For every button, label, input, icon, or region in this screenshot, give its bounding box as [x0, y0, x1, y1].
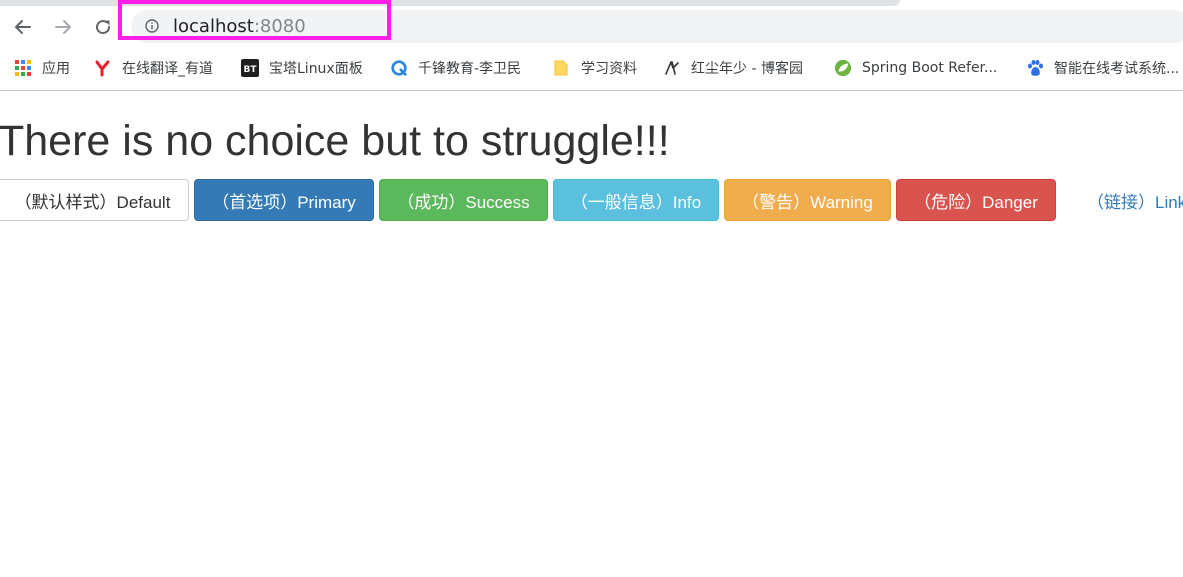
apps-grid-icon: [14, 59, 32, 77]
bookmark-label: 智能在线考试系统...: [1054, 61, 1180, 77]
baidu-paw-icon: [1026, 59, 1044, 77]
bookmark-label: 千锋教育-李卫民: [418, 61, 522, 77]
url-port: :8080: [253, 16, 306, 37]
bookmark-bt-panel[interactable]: BT 宝塔Linux面板: [241, 55, 363, 81]
primary-button[interactable]: （首选项）Primary: [194, 179, 374, 221]
arrow-right-icon: [55, 20, 71, 34]
browser-chrome: localhost:8080 应用 在线翻译_有道 BT 宝塔Linux面板 千…: [0, 0, 1183, 91]
warning-button[interactable]: （警告）Warning: [724, 179, 891, 221]
bookmark-folder-study[interactable]: 学习资料: [553, 55, 637, 81]
forward-button[interactable]: [51, 15, 75, 39]
bookmark-cnblogs[interactable]: 红尘年少 - 博客园: [663, 55, 803, 81]
bt-icon: BT: [241, 59, 259, 77]
info-button[interactable]: （一般信息）Info: [553, 179, 719, 221]
bookmark-label: 应用: [42, 61, 70, 77]
back-button[interactable]: [11, 15, 35, 39]
bookmark-label: 学习资料: [581, 61, 637, 77]
reload-icon: [96, 20, 111, 35]
info-icon[interactable]: [145, 19, 159, 33]
cnblogs-icon: [663, 59, 681, 77]
bookmark-label: 红尘年少 - 博客园: [691, 61, 803, 77]
bookmarks-bar: 应用 在线翻译_有道 BT 宝塔Linux面板 千锋教育-李卫民 学习资料 红尘…: [0, 52, 1183, 84]
bookmark-qianfeng[interactable]: 千锋教育-李卫民: [390, 55, 521, 81]
qianfeng-icon: [390, 59, 408, 77]
spring-icon: [834, 59, 852, 77]
page-content: There is no choice but to struggle!!! （默…: [0, 91, 1183, 577]
danger-button[interactable]: （危险）Danger: [896, 179, 1056, 221]
arrow-left-icon: [15, 20, 31, 34]
bookmark-label: 宝塔Linux面板: [269, 61, 363, 77]
youdao-icon: [94, 59, 112, 77]
url-host: localhost: [173, 16, 254, 37]
bookmark-label: 在线翻译_有道: [122, 61, 213, 77]
bookmark-youdao[interactable]: 在线翻译_有道: [94, 55, 213, 81]
link-button[interactable]: （链接）Link: [1072, 179, 1183, 221]
bookmark-apps[interactable]: 应用: [14, 55, 70, 81]
default-button[interactable]: （默认样式）Default: [0, 179, 189, 221]
bookmark-exam-system[interactable]: 智能在线考试系统...: [1026, 55, 1179, 81]
success-button[interactable]: （成功）Success: [379, 179, 548, 221]
reload-button[interactable]: [91, 15, 115, 39]
folder-icon: [553, 59, 571, 77]
url-text[interactable]: localhost:8080: [173, 16, 306, 38]
svg-text:BT: BT: [244, 65, 258, 75]
bookmark-label: Spring Boot Refer...: [862, 60, 998, 76]
bookmark-spring-boot[interactable]: Spring Boot Refer...: [834, 55, 997, 81]
browser-toolbar: localhost:8080: [0, 6, 1183, 49]
address-bar[interactable]: localhost:8080: [131, 10, 1183, 43]
page-headline: There is no choice but to struggle!!!: [0, 117, 670, 165]
